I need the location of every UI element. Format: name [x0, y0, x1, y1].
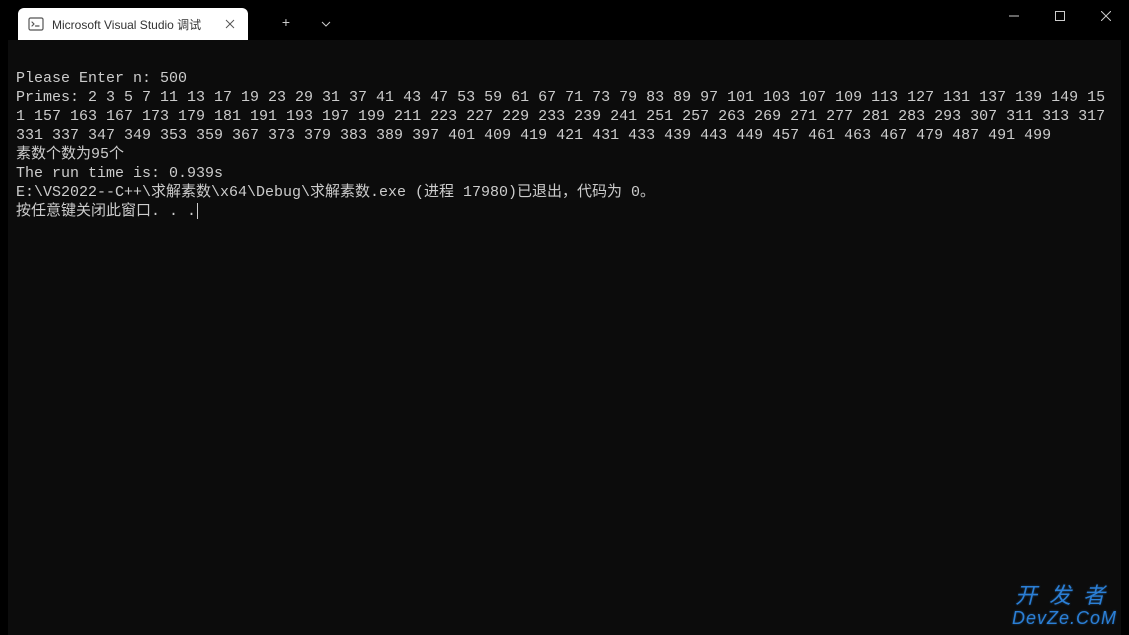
console-line: 按任意键关闭此窗口. . . [16, 202, 1113, 221]
tab-actions: + [248, 4, 336, 44]
terminal-icon [28, 16, 44, 32]
close-button[interactable] [1083, 0, 1129, 32]
titlebar: Microsoft Visual Studio 调试 + [0, 0, 1129, 40]
maximize-button[interactable] [1037, 0, 1083, 32]
tab-dropdown-button[interactable] [316, 14, 336, 34]
console-output[interactable]: Please Enter n: 500Primes: 2 3 5 7 11 13… [8, 40, 1121, 635]
console-line: The run time is: 0.939s [16, 164, 1113, 183]
console-line: E:\VS2022--C++\求解素数\x64\Debug\求解素数.exe (… [16, 183, 1113, 202]
console-line: Primes: 2 3 5 7 11 13 17 19 23 29 31 37 … [16, 88, 1113, 145]
minimize-button[interactable] [991, 0, 1037, 32]
window-controls [991, 0, 1129, 32]
tab-title: Microsoft Visual Studio 调试 [52, 16, 214, 33]
console-line: Please Enter n: 500 [16, 69, 1113, 88]
tab-close-button[interactable] [222, 16, 238, 32]
tab-strip: Microsoft Visual Studio 调试 + [0, 0, 336, 40]
console-line: 素数个数为95个 [16, 145, 1113, 164]
tab-active[interactable]: Microsoft Visual Studio 调试 [18, 8, 248, 40]
new-tab-button[interactable]: + [276, 14, 296, 34]
